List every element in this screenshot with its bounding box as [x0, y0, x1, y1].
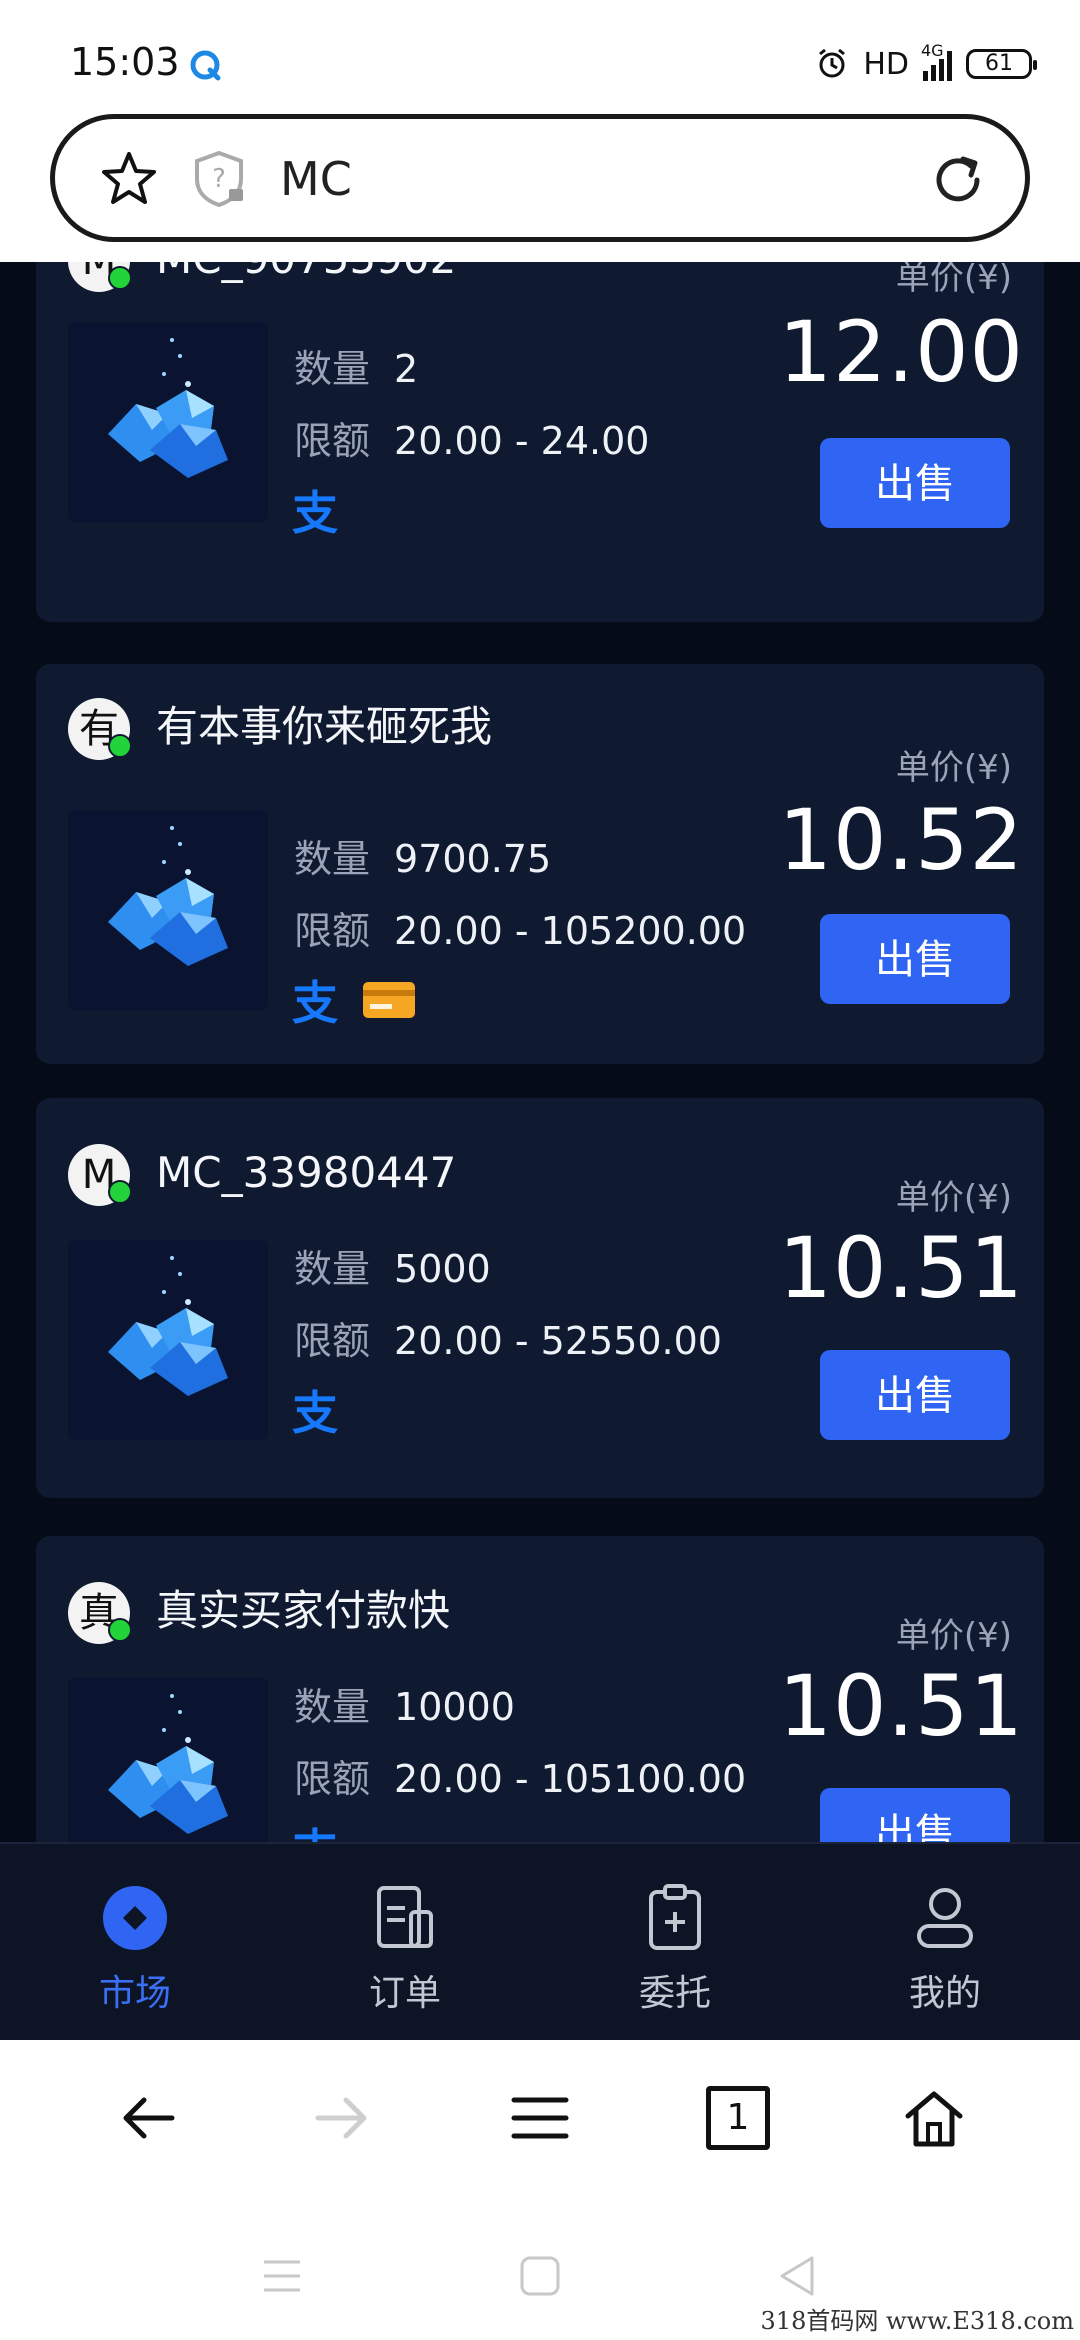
watermark: 318首码网 www.E318.com	[760, 2307, 1074, 2335]
avatar[interactable]: 有	[68, 698, 132, 760]
network-type: HD	[863, 46, 909, 82]
alipay-icon: 支	[292, 1386, 338, 1440]
limit-row: 限额 20.00 - 105200.00	[294, 909, 747, 953]
signal-icon: 4G	[921, 41, 952, 81]
payment-methods: 支	[292, 1384, 338, 1440]
tab-label: 我的	[908, 1973, 981, 2014]
merchant-name[interactable]: MC_33980447	[156, 1138, 456, 1208]
unit-price: 12.00	[778, 303, 1024, 401]
clock: 15:03	[70, 40, 180, 84]
address-bar[interactable]: ? MC	[50, 114, 1030, 242]
profile-icon	[917, 1888, 973, 1948]
home-icon[interactable]	[902, 2086, 966, 2150]
diamond-icon	[108, 338, 228, 478]
unit-price: 10.52	[778, 791, 1024, 889]
tab-label: 市场	[98, 1973, 171, 2014]
qq-browser-icon	[190, 50, 221, 81]
unit-price-label: 单价(¥)	[895, 262, 1012, 298]
recent-apps-icon[interactable]	[260, 2254, 304, 2298]
avatar[interactable]: M	[68, 262, 132, 292]
entrust-icon	[649, 1884, 701, 1950]
online-indicator	[108, 734, 132, 758]
merchant-name[interactable]: 有本事你来砸死我	[156, 692, 492, 762]
forward-arrow-icon[interactable]	[310, 2086, 374, 2150]
market-icon	[103, 1886, 167, 1950]
limit-row: 限额 20.00 - 24.00	[294, 419, 650, 463]
diamond-thumbnail	[68, 1678, 268, 1842]
diamond-thumbnail	[68, 810, 268, 1010]
battery-icon: 61	[966, 49, 1037, 79]
bookmark-star-icon[interactable]	[99, 149, 159, 209]
orders-icon	[377, 1886, 433, 1948]
alipay-icon: 支	[292, 486, 338, 540]
sell-button[interactable]: 出售	[820, 1350, 1010, 1440]
sell-button[interactable]: 出售	[820, 914, 1010, 1004]
menu-icon[interactable]	[508, 2086, 572, 2150]
tab-count-icon[interactable]: 1	[706, 2086, 770, 2150]
avatar[interactable]: M	[68, 1144, 132, 1206]
online-indicator	[108, 266, 132, 290]
listing-card: 有 有本事你来砸死我 数量 9700.75 限额 20.00 - 105200.00…	[36, 664, 1044, 1064]
listing-card: 真 真实买家付款快 数量10000 限额20.00 - 105100.00 支 …	[36, 1536, 1044, 1842]
tab-profile[interactable]: 我的	[810, 1844, 1080, 2040]
online-indicator	[108, 1618, 132, 1642]
unit-price: 10.51	[778, 1657, 1024, 1755]
listing-card: M MC_90755902 数量2 限额20.00 - 24.00 支 单价(¥…	[36, 262, 1044, 622]
quantity-row: 数量 2	[294, 347, 419, 391]
alarm-icon	[819, 48, 846, 78]
tab-orders[interactable]: 订单	[270, 1844, 540, 2040]
status-icons: HD 4G 61	[815, 41, 1037, 84]
system-nav-bar: 318首码网 www.E318.com	[0, 2190, 1080, 2340]
sell-button[interactable]: 出售	[820, 1788, 1010, 1842]
back-button-icon[interactable]	[776, 2254, 820, 2298]
tab-label: 委托	[638, 1973, 711, 2014]
sell-button[interactable]: 出售	[820, 438, 1010, 528]
alipay-icon: 支	[292, 1815, 338, 1842]
unit-price-label: 单价(¥)	[895, 748, 1012, 788]
diamond-thumbnail	[68, 322, 268, 522]
limit-row: 限额 20.00 - 105100.00	[294, 1757, 747, 1801]
online-indicator	[108, 1180, 132, 1204]
reload-icon[interactable]	[929, 151, 987, 209]
avatar[interactable]: 真	[68, 1582, 132, 1644]
url-text[interactable]: MC	[280, 149, 352, 209]
unit-price: 10.51	[778, 1219, 1024, 1317]
merchant-name[interactable]: MC_90755902	[156, 262, 456, 294]
tab-label: 订单	[368, 1973, 441, 2014]
quantity-row: 数量 5000	[294, 1247, 491, 1291]
tab-entrust[interactable]: 委托	[540, 1844, 810, 2040]
home-button-icon[interactable]	[518, 2254, 562, 2298]
merchant-name[interactable]: 真实买家付款快	[156, 1576, 450, 1646]
quantity-row: 数量 10000	[294, 1685, 515, 1729]
quantity-row: 数量 9700.75	[294, 837, 552, 881]
limit-row: 限额 20.00 - 52550.00	[294, 1319, 722, 1363]
diamond-icon	[108, 1256, 228, 1396]
unit-price-label: 单价(¥)	[895, 1178, 1012, 1218]
unit-price-label: 单价(¥)	[895, 1616, 1012, 1656]
back-arrow-icon[interactable]	[116, 2086, 180, 2150]
listing-card: M MC_33980447 数量 5000 限额 20.00 - 52550.00 …	[36, 1098, 1044, 1498]
alipay-icon: 支	[292, 976, 338, 1030]
bank-card-icon	[363, 982, 415, 1018]
diamond-icon	[108, 1694, 228, 1834]
diamond-thumbnail	[68, 1240, 268, 1440]
payment-methods: 支	[292, 974, 416, 1030]
svg-text:?: ?	[212, 164, 226, 194]
payment-methods: 支	[292, 1822, 338, 1842]
payment-methods: 支	[292, 484, 338, 540]
diamond-icon	[108, 826, 228, 966]
market-listing[interactable]: M MC_90755902 数量2 限额20.00 - 24.00 支 单价(¥…	[0, 262, 1080, 1842]
tab-market[interactable]: 市场	[0, 1844, 270, 2040]
status-bar: 15:03 HD 4G 61	[0, 0, 1080, 112]
app-tab-bar: 市场 订单 委托 我的	[0, 1842, 1080, 2040]
browser-toolbar: 1	[0, 2040, 1080, 2190]
site-security-icon[interactable]: ?	[191, 149, 247, 209]
